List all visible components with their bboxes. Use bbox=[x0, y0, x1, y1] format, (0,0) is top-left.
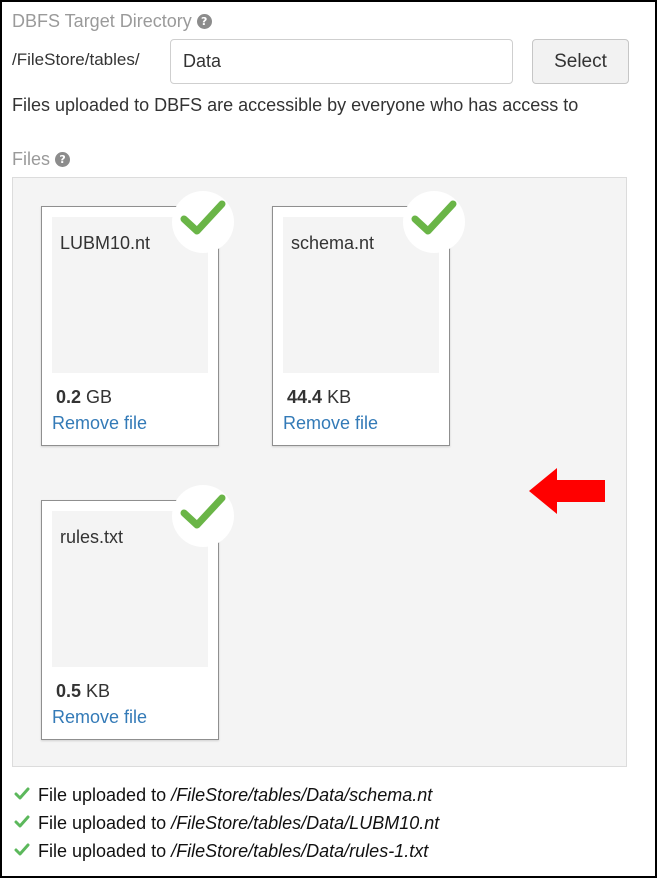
file-name: LUBM10.nt bbox=[60, 233, 151, 253]
target-directory-input[interactable] bbox=[170, 39, 513, 84]
check-icon bbox=[14, 841, 32, 862]
directory-prefix: /FileStore/tables/ bbox=[12, 50, 140, 69]
upload-status-item: File uploaded to /FileStore/tables/Data/… bbox=[14, 837, 439, 865]
upload-status-path: /FileStore/tables/Data/schema.nt bbox=[171, 784, 433, 805]
upload-status-list: File uploaded to /FileStore/tables/Data/… bbox=[14, 781, 439, 865]
files-heading: Files ? bbox=[12, 149, 71, 170]
file-size: 0.2 GB bbox=[56, 387, 112, 408]
check-icon bbox=[14, 785, 32, 806]
check-icon bbox=[14, 813, 32, 834]
upload-status-path: /FileStore/tables/Data/LUBM10.nt bbox=[171, 812, 440, 833]
select-button[interactable]: Select bbox=[532, 39, 629, 84]
access-note: Files uploaded to DBFS are accessible by… bbox=[12, 95, 579, 115]
upload-status-text: File uploaded to bbox=[38, 784, 167, 805]
question-circle-icon[interactable]: ? bbox=[196, 14, 212, 29]
file-card-lubm10: LUBM10.nt 0.2 GB Remove file bbox=[41, 191, 234, 446]
target-directory-title: DBFS Target Directory bbox=[12, 11, 192, 31]
file-size-value: 0.2 bbox=[56, 387, 82, 407]
upload-status-item: File uploaded to /FileStore/tables/Data/… bbox=[14, 781, 439, 809]
file-card-rules: rules.txt 0.5 KB Remove file bbox=[41, 485, 234, 740]
check-icon bbox=[403, 191, 465, 253]
target-directory-heading: DBFS Target Directory ? bbox=[12, 11, 212, 32]
file-size-unit: KB bbox=[86, 681, 111, 701]
remove-file-link[interactable]: Remove file bbox=[283, 413, 378, 434]
remove-file-link[interactable]: Remove file bbox=[52, 707, 147, 728]
check-icon bbox=[172, 485, 234, 547]
upload-status-item: File uploaded to /FileStore/tables/Data/… bbox=[14, 809, 439, 837]
upload-status-text: File uploaded to bbox=[38, 840, 167, 861]
left-arrow-icon bbox=[529, 466, 607, 521]
file-name: rules.txt bbox=[60, 527, 124, 547]
file-size-value: 44.4 bbox=[287, 387, 323, 407]
file-size-unit: KB bbox=[327, 387, 352, 407]
file-card-schema: schema.nt 44.4 KB Remove file bbox=[272, 191, 465, 446]
file-size: 44.4 KB bbox=[287, 387, 351, 408]
upload-status-text: File uploaded to bbox=[38, 812, 167, 833]
file-size-unit: GB bbox=[86, 387, 113, 407]
files-title: Files bbox=[12, 149, 51, 169]
upload-status-path: /FileStore/tables/Data/rules-1.txt bbox=[171, 840, 429, 861]
remove-file-link[interactable]: Remove file bbox=[52, 413, 147, 434]
upload-panel: DBFS Target Directory ? /FileStore/table… bbox=[0, 0, 657, 878]
file-size-value: 0.5 bbox=[56, 681, 82, 701]
check-icon bbox=[172, 191, 234, 253]
file-size: 0.5 KB bbox=[56, 681, 110, 702]
file-name: schema.nt bbox=[291, 233, 375, 253]
question-circle-icon[interactable]: ? bbox=[55, 152, 71, 167]
